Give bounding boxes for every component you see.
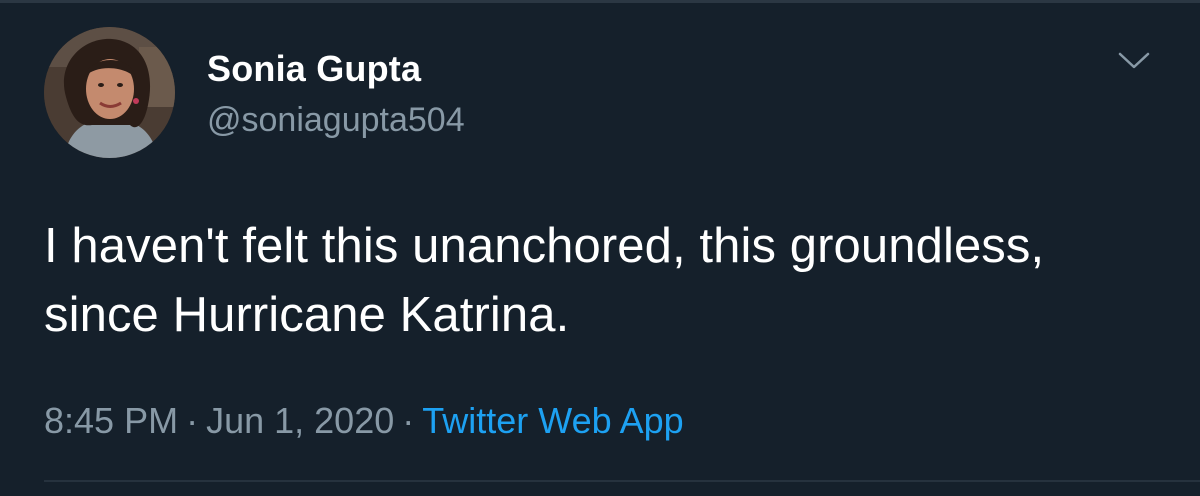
separator-dot: · (402, 400, 415, 441)
tweet-source-link[interactable]: Twitter Web App (422, 400, 683, 441)
chevron-down-icon[interactable] (1116, 50, 1152, 72)
bottom-divider (44, 480, 1200, 482)
tweet-metadata: 8:45 PM · Jun 1, 2020 · Twitter Web App (44, 400, 684, 442)
avatar[interactable] (44, 27, 175, 158)
author-handle[interactable]: @soniagupta504 (207, 101, 465, 140)
top-border (0, 0, 1200, 3)
tweet-date[interactable]: Jun 1, 2020 (206, 400, 394, 441)
avatar-photo (44, 27, 175, 158)
tweet-text: I haven't felt this unanchored, this gro… (44, 219, 1045, 342)
separator-dot: · (186, 400, 199, 441)
author-display-name[interactable]: Sonia Gupta (207, 48, 421, 90)
tweet-time[interactable]: 8:45 PM (44, 400, 178, 441)
